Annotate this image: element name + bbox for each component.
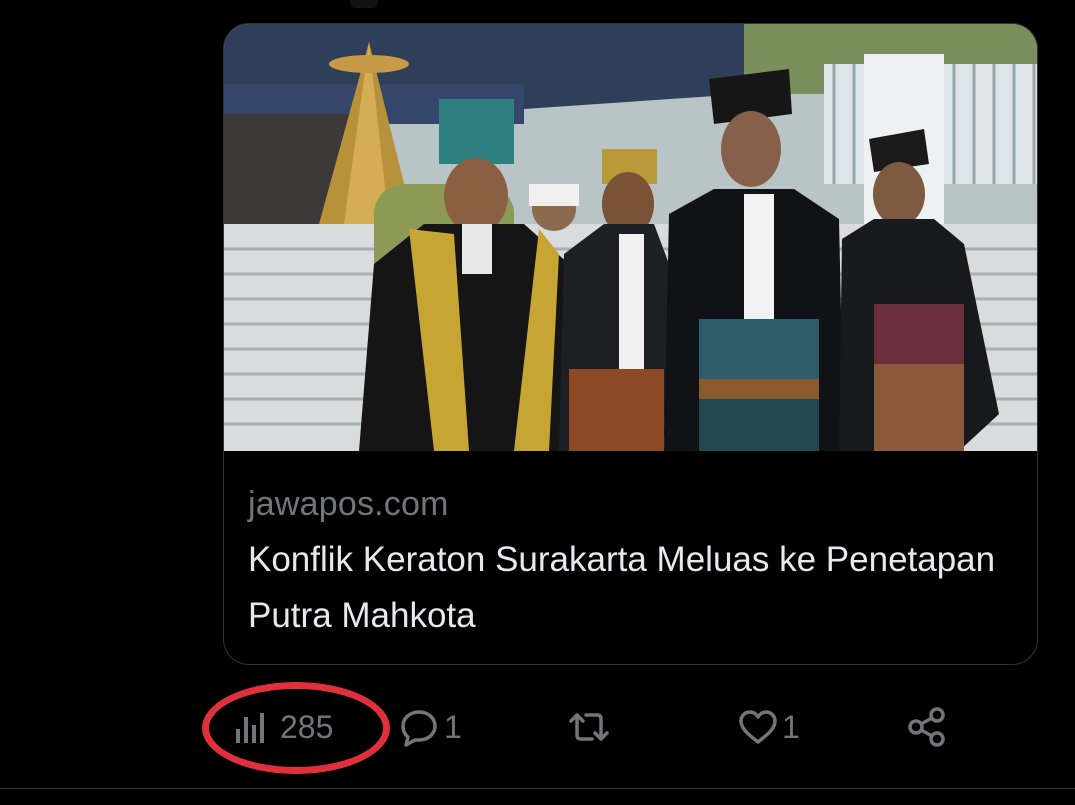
tweet-action-bar: 285 1 1 (230, 697, 990, 757)
divider (0, 788, 1075, 789)
link-title: Konflik Keraton Surakarta Meluas ke Pene… (248, 540, 996, 635)
share-icon (905, 705, 949, 749)
like-button[interactable]: 1 (736, 697, 800, 757)
retweet-button[interactable] (565, 697, 621, 757)
reply-count: 1 (444, 708, 462, 745)
views-button[interactable]: 285 (232, 697, 333, 757)
heart-icon (736, 707, 780, 747)
scroll-top-artifact (350, 0, 378, 8)
retweet-icon (565, 707, 613, 747)
share-button[interactable] (905, 697, 949, 757)
views-count: 285 (280, 708, 334, 745)
card-text: jawapos.com Konflik Keraton Surakarta Me… (248, 482, 1013, 644)
article-photo (224, 24, 1037, 451)
like-count: 1 (782, 708, 800, 745)
bar-chart-icon (232, 707, 272, 747)
reply-button[interactable]: 1 (398, 697, 462, 757)
link-preview-card[interactable]: jawapos.com Konflik Keraton Surakarta Me… (223, 23, 1038, 665)
reply-bubble-icon (398, 706, 440, 748)
link-domain: jawapos.com (248, 485, 449, 523)
